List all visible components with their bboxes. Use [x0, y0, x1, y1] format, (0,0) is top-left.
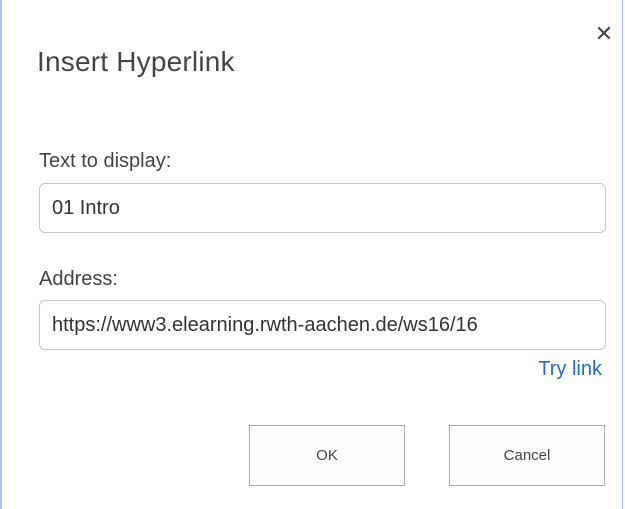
address-input[interactable]	[40, 301, 605, 349]
try-link[interactable]: Try link	[538, 358, 602, 381]
text-to-display-field-container	[39, 183, 606, 233]
insert-hyperlink-dialog: Insert Hyperlink ✕ Text to display: Addr…	[0, 0, 623, 509]
dialog-title: Insert Hyperlink	[37, 46, 235, 77]
text-to-display-input[interactable]	[40, 184, 605, 232]
address-label: Address:	[39, 268, 118, 290]
ok-button[interactable]: OK	[249, 425, 405, 486]
cancel-button[interactable]: Cancel	[449, 425, 605, 486]
text-to-display-label: Text to display:	[39, 150, 172, 172]
close-icon[interactable]: ✕	[592, 22, 616, 46]
address-field-container	[39, 300, 606, 350]
